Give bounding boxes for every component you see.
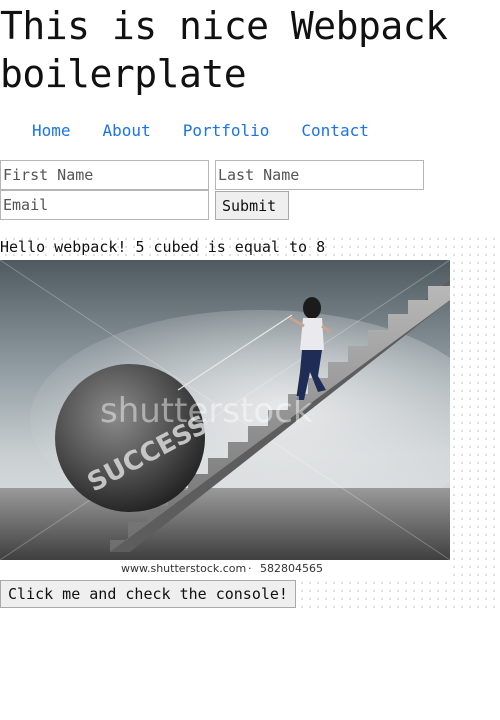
image-footer-site: www.shutterstock.com xyxy=(121,562,246,575)
main-nav: Home About Portfolio Contact xyxy=(32,121,401,141)
nav-link-about[interactable]: About xyxy=(103,121,151,141)
nav-link-portfolio[interactable]: Portfolio xyxy=(183,121,270,141)
nav-link-home[interactable]: Home xyxy=(32,121,71,141)
photo-ground xyxy=(0,488,450,560)
image-footer-separator: · xyxy=(248,562,252,575)
nav-link-contact[interactable]: Contact xyxy=(301,121,368,141)
image-footer-id: 582804565 xyxy=(260,562,323,575)
check-console-button[interactable]: Click me and check the console! xyxy=(0,580,296,608)
hello-message: Hello webpack! 5 cubed is equal to 8 xyxy=(0,238,326,256)
last-name-field[interactable] xyxy=(215,160,424,190)
success-stock-image: SUCCESS shutterstock www.shutterstock.co… xyxy=(0,260,450,578)
first-name-field[interactable] xyxy=(0,160,209,190)
submit-button[interactable]: Submit xyxy=(215,191,289,220)
watermark-text: shutterstock xyxy=(100,391,313,431)
email-field[interactable] xyxy=(0,190,209,220)
page-title: This is nice Webpack boilerplate xyxy=(0,4,448,96)
